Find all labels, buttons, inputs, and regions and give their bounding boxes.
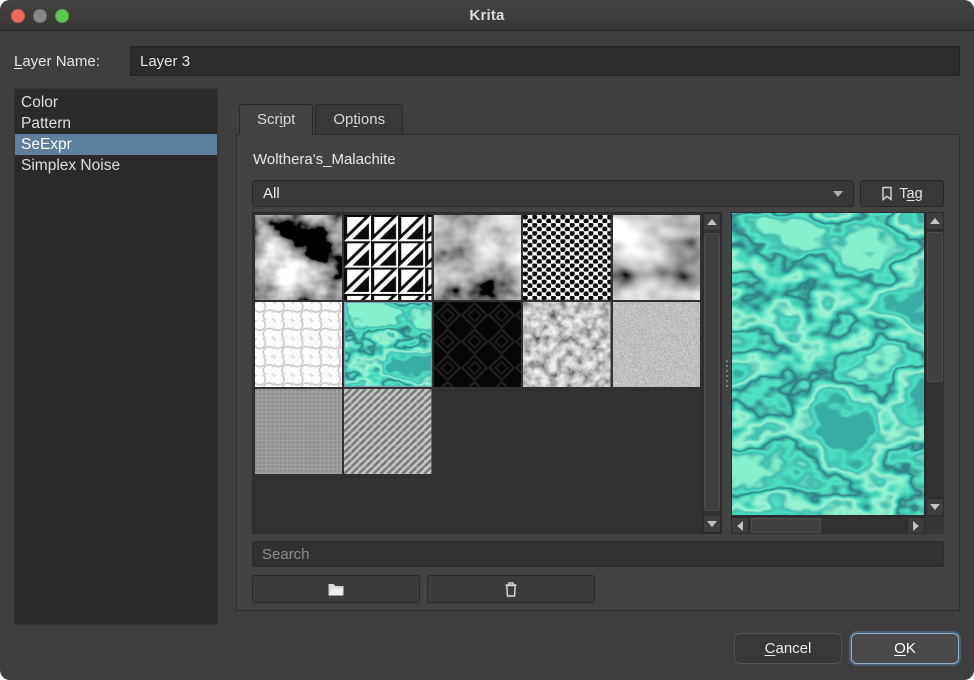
generator-item-seexpr[interactable]: SeExpr	[15, 134, 217, 155]
layer-name-row: Layer Name:	[14, 46, 960, 76]
resource-name-label: Wolthera's_Malachite	[253, 151, 944, 168]
seexpr-tabwidget: Script Options Wolthera's_Malachite All	[236, 88, 960, 625]
import-resource-button[interactable]	[252, 575, 420, 603]
script-tab-panel: Wolthera's_Malachite All Tag	[236, 134, 960, 611]
scroll-track[interactable]	[927, 231, 943, 497]
pattern-preview-image	[731, 212, 925, 516]
search-input[interactable]	[252, 541, 944, 567]
pattern-thumbnail[interactable]	[613, 215, 700, 300]
ok-button[interactable]: OK	[851, 633, 959, 664]
pattern-thumbnail[interactable]	[523, 215, 610, 300]
trash-icon	[503, 581, 519, 598]
search-row	[252, 541, 944, 567]
pattern-thumbnail[interactable]	[434, 302, 521, 387]
arrow-right-icon	[913, 521, 919, 531]
scroll-down-button[interactable]	[926, 498, 944, 516]
delete-resource-button[interactable]	[427, 575, 595, 603]
scroll-thumb[interactable]	[704, 233, 720, 511]
generator-item-pattern[interactable]: Pattern	[15, 113, 217, 134]
tag-button[interactable]: Tag	[860, 180, 944, 207]
pattern-thumbnail[interactable]	[255, 389, 342, 474]
pattern-thumbnail[interactable]	[255, 302, 342, 387]
arrow-down-icon	[930, 504, 940, 510]
preview-horizontal-scrollbar[interactable]	[731, 516, 925, 534]
folder-icon	[327, 581, 345, 597]
pattern-thumbnail[interactable]	[344, 389, 431, 474]
cancel-button[interactable]: Cancel	[734, 633, 842, 664]
scroll-track[interactable]	[704, 232, 720, 514]
generator-item-color[interactable]: Color	[15, 92, 217, 113]
pattern-grid	[253, 213, 702, 533]
pattern-thumbnail[interactable]	[255, 215, 342, 300]
pattern-preview-panel	[731, 212, 944, 534]
layer-name-label: Layer Name:	[14, 53, 130, 70]
tab-bar: Script Options	[236, 104, 960, 134]
splitter-handle[interactable]	[722, 212, 731, 534]
arrow-down-icon	[707, 521, 717, 527]
pattern-thumbnail[interactable]	[523, 302, 610, 387]
tab-script[interactable]: Script	[239, 104, 313, 134]
minimize-window-button[interactable]	[33, 9, 47, 23]
chevron-down-icon	[833, 191, 843, 197]
scroll-left-button[interactable]	[731, 517, 749, 534]
scroll-thumb[interactable]	[751, 518, 821, 533]
bookmark-icon	[881, 186, 893, 201]
scroll-up-button[interactable]	[703, 213, 721, 231]
scrollbar-corner	[925, 516, 944, 534]
main-area: Color Pattern SeExpr Simplex Noise Scrip…	[14, 88, 960, 625]
pattern-thumbnail[interactable]	[434, 215, 521, 300]
arrow-up-icon	[707, 219, 717, 225]
grid-vertical-scrollbar[interactable]	[702, 213, 721, 533]
tag-filter-value: All	[263, 185, 280, 202]
tag-filter-row: All Tag	[252, 180, 944, 207]
layer-name-input[interactable]	[130, 46, 960, 76]
scroll-up-button[interactable]	[926, 212, 944, 230]
generator-list: Color Pattern SeExpr Simplex Noise	[14, 88, 218, 625]
preview-vertical-scrollbar[interactable]	[925, 212, 944, 516]
scroll-thumb[interactable]	[927, 232, 943, 382]
scroll-track[interactable]	[750, 518, 906, 533]
traffic-lights	[11, 9, 69, 23]
pattern-grid-container	[252, 212, 722, 534]
krita-dialog-window: Krita Layer Name: Color Pattern SeExpr S…	[0, 0, 974, 680]
dialog-footer: Cancel OK	[734, 633, 959, 664]
scroll-right-button[interactable]	[907, 517, 925, 534]
tag-button-label: Tag	[899, 186, 922, 202]
window-title: Krita	[0, 7, 974, 24]
tab-options[interactable]: Options	[315, 104, 403, 134]
tag-filter-combobox[interactable]: All	[252, 180, 854, 207]
arrow-left-icon	[737, 521, 743, 531]
titlebar: Krita	[0, 0, 974, 31]
scroll-down-button[interactable]	[703, 515, 721, 533]
close-window-button[interactable]	[11, 9, 25, 23]
pattern-thumbnail[interactable]	[344, 215, 431, 300]
pattern-chooser	[252, 212, 944, 534]
pattern-thumbnail-selected[interactable]	[344, 302, 431, 387]
arrow-up-icon	[930, 218, 940, 224]
pattern-thumbnail[interactable]	[613, 302, 700, 387]
resource-actions	[252, 575, 944, 603]
zoom-window-button[interactable]	[55, 9, 69, 23]
generator-item-simplex-noise[interactable]: Simplex Noise	[15, 155, 217, 176]
